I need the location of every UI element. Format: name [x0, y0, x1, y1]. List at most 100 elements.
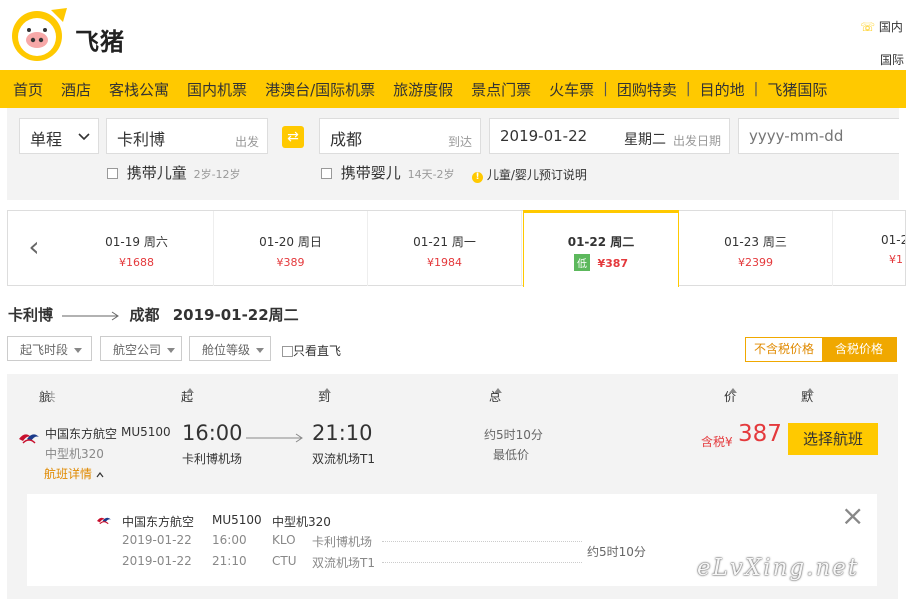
detail-dep-time: 16:00: [212, 533, 247, 547]
flight-number: MU5100: [121, 425, 171, 439]
logo-text: 飞猪: [75, 28, 125, 56]
filter-cabin[interactable]: 舱位等级: [189, 336, 271, 361]
arrive-airport: 双流机场T1: [312, 452, 375, 466]
depart-time: 16:00: [182, 421, 243, 445]
flight-table-header: 航班信息(共2条航班) 起飞时间 到达时间 总耗时 价格 默认排序: [7, 374, 898, 469]
date-label: 01-19 周六: [105, 235, 168, 249]
filter-depart-time[interactable]: 起飞时段: [7, 336, 92, 361]
nav-item-group-deals[interactable]: 团购特卖: [608, 79, 686, 100]
detail-arr-date: 2019-01-22: [122, 554, 192, 568]
detail-divider: [382, 562, 582, 563]
airline-name: 中国东方航空: [45, 427, 118, 441]
phone-icon: ☏: [860, 20, 876, 34]
aircraft-type: 中型机320: [45, 447, 104, 461]
close-icon[interactable]: ×: [841, 502, 864, 530]
filter-label: 起飞时段: [20, 343, 69, 357]
carry-child-option[interactable]: 携带儿童 2岁-12岁: [107, 162, 241, 183]
nav-item-domestic-flights[interactable]: 国内机票: [178, 79, 256, 100]
date-cell[interactable]: 01-20 周日 ¥389: [214, 211, 368, 286]
nav-item-inn[interactable]: 客栈公寓: [100, 79, 178, 100]
nav-item-train[interactable]: 火车票: [540, 79, 603, 100]
from-city-input[interactable]: 卡利博 出发: [106, 118, 268, 154]
logo[interactable]: 飞猪: [7, 6, 137, 62]
to-city-input[interactable]: 成都 到达: [319, 118, 481, 154]
date-cell[interactable]: 01-21 周一 ¥1984: [368, 211, 522, 286]
direct-only-label: 只看直飞: [293, 344, 342, 358]
from-city-value: 卡利博: [117, 130, 166, 149]
date-cell-partial[interactable]: 01-2 ¥1: [833, 211, 905, 286]
caret-down-icon: [74, 348, 83, 353]
filter-label: 舱位等级: [202, 343, 251, 357]
date-price: ¥2399: [738, 256, 773, 269]
phone-area: ☏ 国内: [860, 18, 906, 35]
pig-logo-icon: [12, 8, 67, 61]
info-icon: !: [472, 172, 483, 183]
route-from: 卡利博: [8, 306, 54, 324]
date-label: 01-2: [881, 233, 905, 247]
infant-age: 14天-2岁: [407, 168, 455, 181]
date-price: ¥389: [276, 256, 305, 269]
nav-item-fliggy-intl[interactable]: 飞猪国际: [758, 79, 836, 100]
price-prefix: 含税¥: [701, 435, 733, 449]
prev-dates-button[interactable]: ‹: [8, 211, 60, 286]
sort-up-icon: [729, 388, 737, 393]
excl-tax-option[interactable]: 不含税价格: [746, 338, 822, 361]
to-city-value: 成都: [330, 130, 363, 149]
filter-airline[interactable]: 航空公司: [100, 336, 182, 361]
booking-note-link[interactable]: ! 儿童/婴儿预订说明: [472, 166, 587, 183]
detail-arr-time: 21:10: [212, 554, 247, 568]
direct-only-checkbox[interactable]: [282, 346, 293, 357]
arrive-time: 21:10: [312, 421, 373, 445]
direct-only-option[interactable]: 只看直飞: [282, 342, 341, 359]
price-toggle: 不含税价格 含税价格: [745, 337, 897, 362]
caret-down-icon: [256, 348, 265, 353]
depart-date-value: 2019-01-22: [500, 127, 588, 145]
nav-item-tickets[interactable]: 景点门票: [462, 79, 540, 100]
flight-detail-link[interactable]: 航班详情: [44, 465, 104, 482]
date-label: 01-23 周三: [724, 235, 787, 249]
carry-infant-option[interactable]: 携带婴儿 14天-2岁: [321, 162, 455, 183]
arrow-right-icon: [62, 311, 120, 320]
date-cell-selected[interactable]: 01-22 周二 低 ¥387: [523, 210, 679, 287]
trip-type-value: 单程: [30, 130, 63, 149]
depart-hint: 出发日期: [672, 134, 721, 148]
date-price: ¥1688: [119, 256, 154, 269]
detail-dep-airport: 卡利博机场: [312, 535, 373, 549]
header-intl-link[interactable]: 国际: [880, 51, 904, 68]
caret-down-icon: [167, 348, 176, 353]
detail-aircraft: 中型机320: [272, 515, 331, 529]
swap-icon: ⇄: [287, 129, 299, 145]
sort-up-icon: [186, 388, 194, 393]
depart-airport: 卡利博机场: [182, 452, 243, 466]
child-checkbox[interactable]: [107, 168, 118, 179]
nav-item-intl-flights[interactable]: 港澳台/国际机票: [256, 79, 384, 100]
date-cell[interactable]: 01-19 周六 ¥1688: [60, 211, 214, 286]
trip-type-select[interactable]: 单程: [19, 118, 99, 154]
main-nav: 首页 酒店 客栈公寓 国内机票 港澳台/国际机票 旅游度假 景点门票 火车票 |…: [0, 70, 906, 108]
select-flight-button[interactable]: 选择航班: [788, 423, 878, 455]
date-price-strip: ‹ 01-19 周六 ¥1688 01-20 周日 ¥389 01-21 周一 …: [7, 210, 906, 287]
infant-checkbox[interactable]: [321, 168, 332, 179]
flight-duration: 约5时10分: [484, 428, 543, 442]
nav-item-destination[interactable]: 目的地: [691, 79, 754, 100]
sort-up-icon: [806, 388, 814, 393]
incl-tax-option[interactable]: 含税价格: [822, 338, 896, 361]
nav-item-home[interactable]: 首页: [4, 79, 52, 100]
nav-item-hotel[interactable]: 酒店: [52, 79, 100, 100]
detail-arr-airport: 双流机场T1: [312, 556, 375, 570]
detail-dep-date: 2019-01-22: [122, 533, 192, 547]
chevron-up-icon: [96, 472, 104, 478]
date-label: 01-21 周一: [413, 235, 476, 249]
nav-item-vacation[interactable]: 旅游度假: [384, 79, 462, 100]
depart-date-input[interactable]: 2019-01-22 星期二 出发日期: [489, 118, 730, 154]
depart-weekday: 星期二: [624, 132, 666, 148]
detail-dep-code: KLO: [272, 533, 296, 547]
flight-arrow-icon: [246, 433, 303, 443]
to-hint: 到达: [447, 135, 472, 149]
swap-cities-button[interactable]: ⇄: [282, 126, 304, 148]
date-cell[interactable]: 01-23 周三 ¥2399: [679, 211, 833, 286]
return-date-input[interactable]: [738, 118, 899, 154]
sort-up-icon: [494, 388, 502, 393]
header-domestic-link[interactable]: 国内: [879, 20, 903, 34]
route-to: 成都: [129, 306, 160, 324]
